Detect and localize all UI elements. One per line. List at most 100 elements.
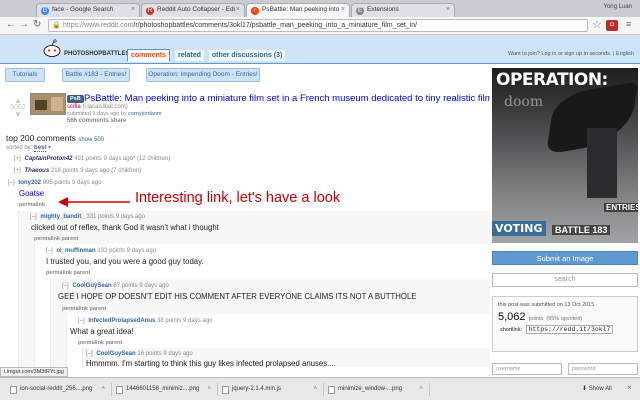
tab-reddit-auto-collapser[interactable]: R Reddit Auto Collapser - Edi × (141, 3, 245, 17)
permalink[interactable]: permalink (34, 236, 60, 242)
close-icon[interactable]: × (341, 6, 345, 13)
event-banner[interactable]: OPERATION: doom ENTRIES VOTING BATTLE 18… (492, 68, 638, 243)
shortlink-field[interactable]: https://redd.it/3okl7 (525, 325, 614, 334)
post-title[interactable]: PsBattle: Man peeking into a miniature f… (84, 93, 493, 104)
permalink[interactable]: permalink (78, 340, 104, 346)
tab-related[interactable]: related (174, 50, 204, 61)
bookmark-star-icon[interactable]: ☆ (592, 18, 602, 31)
chevron-down-icon[interactable]: ▾ (48, 145, 51, 151)
tab-psbattle[interactable]: r PsBattle: Man peeking into × (246, 3, 350, 17)
reddit-tabs: comments related other discussions (3) (127, 49, 288, 62)
language-link[interactable]: English (616, 51, 634, 57)
banner-voting: VOTING (492, 221, 546, 236)
collapse-toggle[interactable]: [–] (30, 214, 37, 220)
comment-author[interactable]: CoolGuySean (72, 283, 111, 289)
download-filename: minimize_window-...png (338, 386, 403, 392)
close-icon[interactable]: × (131, 6, 135, 13)
expand-toggle[interactable]: [+] (14, 156, 21, 162)
battle-entries-button[interactable]: Battle #183 - Entries! (62, 68, 130, 82)
collapse-toggle[interactable]: [–] (8, 180, 15, 186)
lock-icon: 🔒 (52, 22, 61, 29)
comment-author[interactable]: Thaeous (25, 168, 50, 174)
menu-icon[interactable]: ≡ (626, 19, 631, 29)
show-500-link[interactable]: show 500 (78, 137, 104, 143)
download-item[interactable]: 1446601156_minimiz....png ˄ (114, 383, 218, 396)
vote-box: ▲ 5062 ▼ (8, 97, 28, 119)
tab-label: PsBattle: Man peeking into (262, 6, 340, 13)
search-input[interactable]: search (492, 273, 638, 287)
login-text[interactable]: Want to join? Log in or sign up in secon… (508, 51, 611, 57)
sort-dropdown[interactable]: best (34, 145, 47, 152)
comment-author[interactable]: tony202 (18, 180, 41, 186)
tab-google-search[interactable]: G face - Google Search × (36, 3, 140, 17)
url-host: https://www.reddit.com (63, 22, 134, 29)
extension-icon[interactable]: ◘ (606, 20, 618, 31)
post-author[interactable]: cornyjordanm (128, 111, 161, 117)
back-icon[interactable]: ← (6, 19, 16, 30)
points-label: points (528, 316, 544, 322)
reload-icon[interactable]: ↻ (33, 19, 41, 30)
download-item[interactable]: minimize_window-...png ˄ (326, 383, 430, 396)
profile-name[interactable]: Yong Luan (604, 4, 632, 10)
expand-toggle[interactable]: [+] (14, 168, 21, 174)
comment-body: Hmmmm. I'm starting to think this guy li… (86, 359, 336, 368)
download-item[interactable]: jquery-2.1.4.min.js ˄ (220, 383, 324, 396)
comment-author[interactable]: CaptainProton42 (25, 156, 73, 162)
comment-body: I trusted you, and you were a good guy t… (46, 257, 204, 266)
collapse-toggle[interactable]: [–] (46, 248, 53, 254)
tab-extensions[interactable]: E Extensions × (351, 3, 455, 17)
post-thumbnail[interactable] (30, 93, 66, 115)
close-icon[interactable]: × (446, 6, 450, 13)
comment-link-body[interactable]: Goatse (19, 189, 44, 198)
downvote-icon[interactable]: ▼ (8, 111, 28, 119)
post-domain: scifia (i.lacasdoal.com) (67, 104, 128, 110)
post-buttons: 566 comments share (67, 118, 126, 124)
domain-link[interactable]: (i.lacasdoal.com) (82, 104, 127, 110)
close-icon[interactable]: × (627, 383, 632, 392)
chevron-up-icon[interactable]: ˄ (101, 383, 105, 396)
collapse-toggle[interactable]: [–] (86, 351, 93, 357)
chevron-up-icon[interactable]: ˄ (207, 383, 211, 396)
tutorials-button[interactable]: Tutorials (5, 68, 45, 82)
subreddit-name[interactable]: PHOTOSHOPBATTLES (64, 51, 129, 57)
comment-author[interactable]: ol_muffinman (56, 248, 95, 254)
tab-comments[interactable]: comments (127, 49, 171, 62)
parent-link[interactable]: parent (106, 340, 123, 346)
parent-link[interactable]: parent (90, 306, 107, 312)
collapsed-comment: [+] Thaeous 218 points 9 days ago (7 chi… (14, 168, 504, 174)
permalink[interactable]: permalink (19, 202, 45, 208)
submitted-date: this post was submitted on 13 Oct 2015 (498, 302, 595, 308)
reddit-header: PHOTOSHOPBATTLES comments related other … (0, 35, 640, 64)
parent-link[interactable]: parent (62, 236, 79, 242)
show-all-downloads-button[interactable]: ⬇ Show All (582, 383, 612, 396)
chevron-up-icon[interactable]: ˄ (419, 383, 423, 396)
reddit-alien-icon[interactable] (42, 39, 62, 59)
chevron-up-icon[interactable]: ˄ (313, 383, 317, 396)
forward-icon[interactable]: → (19, 19, 29, 30)
sort-label: sorted by: (6, 145, 33, 151)
nsfw-tag: scifia (67, 104, 81, 110)
submit-image-button[interactable]: Submit an Image (492, 251, 638, 265)
address-bar[interactable]: 🔒 https://www.reddit.com/r/photoshopbatt… (48, 19, 588, 32)
password-field[interactable]: password (568, 363, 638, 375)
post-info-box: this post was submitted on 13 Oct 2015 5… (492, 296, 638, 352)
permalink[interactable]: permalink (62, 306, 88, 312)
close-icon[interactable]: × (236, 6, 240, 13)
collapse-toggle[interactable]: [–] (62, 283, 69, 289)
comment-author[interactable]: CoolGuySean (96, 351, 135, 357)
upvote-icon[interactable]: ▲ (8, 97, 28, 105)
comment-author[interactable]: InfectedProlapsedAnus (88, 318, 155, 324)
permalink[interactable]: permalink (46, 270, 72, 276)
comment-author[interactable]: mighty_bandit_ (40, 214, 84, 220)
parent-link[interactable]: parent (74, 270, 91, 276)
comments-link[interactable]: 566 comments (67, 118, 109, 124)
download-item[interactable]: ion-social-reddit_256....png ˄ (8, 383, 112, 396)
username-field[interactable]: username (492, 363, 562, 375)
login-form: username password (492, 363, 638, 375)
operation-entries-button[interactable]: Operation: Impending Doom - Entries! (146, 68, 260, 82)
collapse-toggle[interactable]: [–] (78, 318, 85, 324)
tab-other-discussions[interactable]: other discussions (3) (208, 50, 286, 61)
share-link[interactable]: share (110, 118, 126, 124)
comment-body: GEE I HOPE OP DOESN'T EDIT HIS COMMENT A… (58, 292, 417, 301)
google-icon: G (41, 7, 49, 15)
